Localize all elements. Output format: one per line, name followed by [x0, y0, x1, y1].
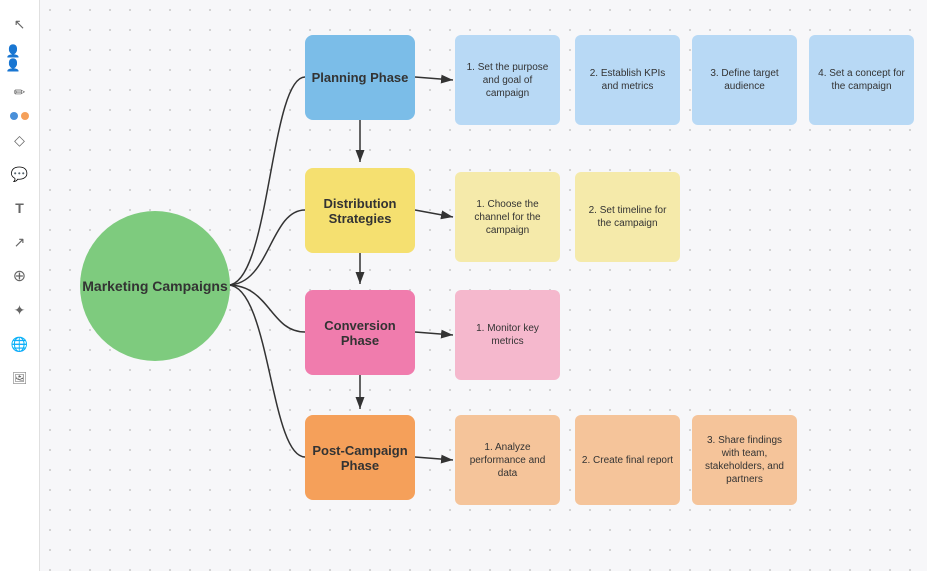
phase-conversion[interactable]: ConversionPhase — [305, 290, 415, 375]
card-planning-4[interactable]: 4. Set a concept for the campaign — [809, 35, 914, 125]
line-center-postcampaign — [228, 285, 305, 457]
star-icon[interactable]: ✦ — [6, 296, 34, 324]
card-postcampaign-2[interactable]: 2. Create final report — [575, 415, 680, 505]
image-icon[interactable]: 🖼 — [6, 364, 34, 392]
card-postcampaign-3[interactable]: 3. Share findings with team, stakeholder… — [692, 415, 797, 505]
card-planning-1[interactable]: 1. Set the purpose and goal of campaign — [455, 35, 560, 125]
text-icon[interactable]: T — [6, 194, 34, 222]
card-distribution-2[interactable]: 2. Set timeline for the campaign — [575, 172, 680, 262]
phase-postcampaign[interactable]: Post-CampaignPhase — [305, 415, 415, 500]
toolbar: ↖ 👤👤 ✏ ◇ 💬 T ↗ ⊕ ✦ 🌐 🖼 — [0, 0, 40, 571]
card-planning-3[interactable]: 3. Define target audience — [692, 35, 797, 125]
arrow-conversion-card1 — [415, 332, 453, 335]
canvas: Marketing Campaigns Planning Phase Distr… — [40, 0, 927, 571]
phase-postcampaign-label: Post-CampaignPhase — [312, 443, 407, 473]
card-distribution-1-label: 1. Choose the channel for the campaign — [461, 198, 554, 237]
line-center-planning — [228, 77, 305, 285]
card-postcampaign-3-label: 3. Share findings with team, stakeholder… — [698, 434, 791, 486]
card-planning-4-label: 4. Set a concept for the campaign — [815, 67, 908, 93]
comment-icon[interactable]: 💬 — [6, 160, 34, 188]
phase-conversion-label: ConversionPhase — [324, 318, 396, 348]
color-dots — [10, 112, 29, 120]
orange-dot — [21, 112, 29, 120]
pencil-icon[interactable]: ✏ — [6, 78, 34, 106]
card-postcampaign-1-label: 1. Analyze performance and data — [461, 441, 554, 480]
card-conversion-1[interactable]: 1. Monitor key metrics — [455, 290, 560, 380]
blue-dot — [10, 112, 18, 120]
card-planning-2-label: 2. Establish KPIs and metrics — [581, 67, 674, 93]
shape-icon[interactable]: ◇ — [6, 126, 34, 154]
phase-distribution[interactable]: DistributionStrategies — [305, 168, 415, 253]
card-distribution-2-label: 2. Set timeline for the campaign — [581, 204, 674, 230]
users-icon[interactable]: 👤👤 — [6, 44, 34, 72]
card-conversion-1-label: 1. Monitor key metrics — [461, 322, 554, 348]
card-postcampaign-1[interactable]: 1. Analyze performance and data — [455, 415, 560, 505]
phase-planning-label: Planning Phase — [312, 70, 409, 85]
center-node-label: Marketing Campaigns — [82, 278, 227, 294]
line-center-distribution — [228, 210, 305, 285]
phase-distribution-label: DistributionStrategies — [324, 196, 397, 226]
globe-icon[interactable]: 🌐 — [6, 330, 34, 358]
line-center-conversion — [228, 285, 305, 332]
line-icon[interactable]: ↗ — [6, 228, 34, 256]
arrow-distribution-card1 — [415, 210, 453, 217]
cursor-icon[interactable]: ↖ — [6, 10, 34, 38]
phase-planning[interactable]: Planning Phase — [305, 35, 415, 120]
card-planning-2[interactable]: 2. Establish KPIs and metrics — [575, 35, 680, 125]
center-node[interactable]: Marketing Campaigns — [80, 211, 230, 361]
network-icon[interactable]: ⊕ — [6, 262, 34, 290]
card-planning-3-label: 3. Define target audience — [698, 67, 791, 93]
arrow-planning-card1 — [415, 77, 453, 80]
card-distribution-1[interactable]: 1. Choose the channel for the campaign — [455, 172, 560, 262]
card-postcampaign-2-label: 2. Create final report — [582, 454, 673, 467]
arrow-postcampaign-card1 — [415, 457, 453, 460]
card-planning-1-label: 1. Set the purpose and goal of campaign — [461, 61, 554, 100]
